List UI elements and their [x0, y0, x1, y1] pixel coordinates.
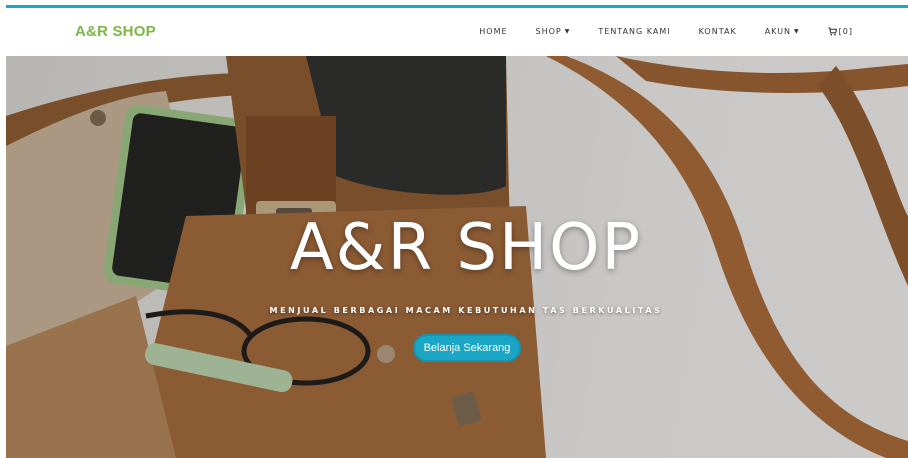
hero-title: A&R SHOP [289, 211, 643, 285]
nav-account-dropdown[interactable]: AKUN ▼ [765, 27, 800, 36]
nav-shop-dropdown[interactable]: SHOP ▼ [536, 27, 571, 36]
caret-down-icon: ▼ [794, 28, 800, 35]
nav-contact-label: KONTAK [698, 27, 737, 36]
caret-down-icon: ▼ [564, 28, 571, 35]
brand-logo[interactable]: A&R SHOP [75, 23, 156, 40]
nav-about[interactable]: TENTANG KAMI [598, 27, 670, 36]
shop-now-button[interactable]: Belanja Sekarang [413, 334, 521, 362]
nav-shop-label: SHOP [535, 27, 562, 36]
page: A&R SHOP HOME SHOP ▼ TENTANG KAMI KONTAK… [0, 0, 908, 458]
navbar: A&R SHOP HOME SHOP ▼ TENTANG KAMI KONTAK… [6, 8, 908, 56]
main-nav: HOME SHOP ▼ TENTANG KAMI KONTAK AKUN ▼ [… [451, 27, 853, 36]
nav-home[interactable]: HOME [479, 27, 507, 36]
nav-about-label: TENTANG KAMI [598, 27, 671, 36]
cart-icon [828, 27, 837, 36]
nav-contact[interactable]: KONTAK [699, 27, 737, 36]
nav-account-label: AKUN [764, 27, 792, 36]
nav-cart[interactable]: [0] [828, 27, 853, 36]
nav-home-label: HOME [479, 27, 508, 36]
hero-banner: A&R SHOP MENJUAL BERBAGAI MACAM KEBUTUHA… [6, 56, 908, 458]
cart-count: [0] [838, 27, 853, 36]
hero-subtitle: MENJUAL BERBAGAI MACAM KEBUTUHAN TAS BER… [269, 306, 663, 315]
